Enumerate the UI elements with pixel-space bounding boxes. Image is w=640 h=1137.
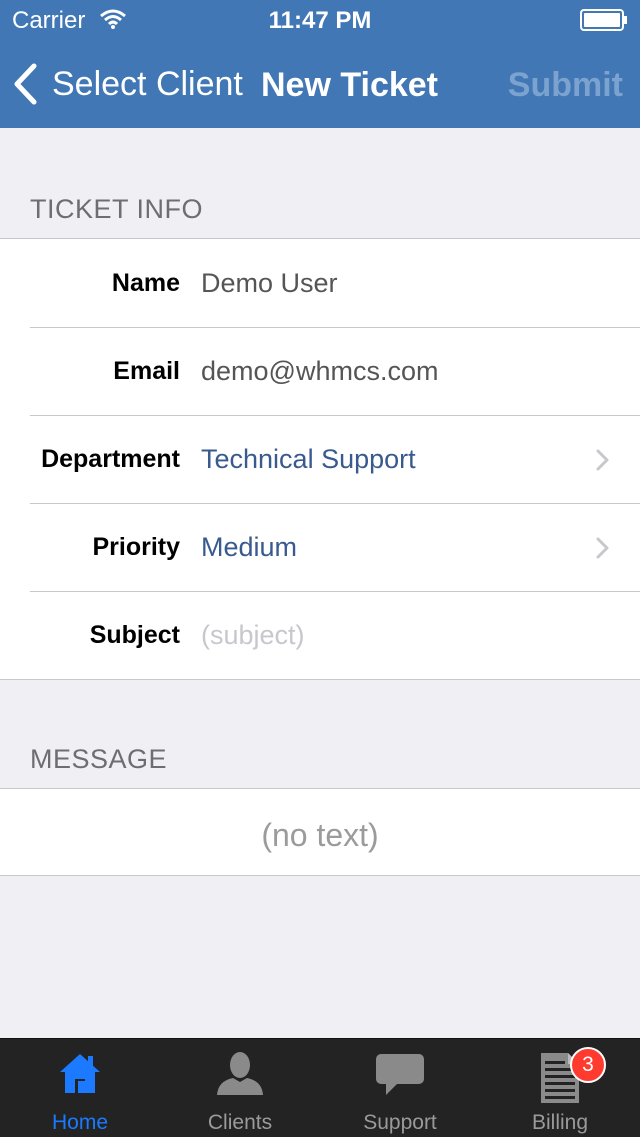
department-row[interactable]: Department Technical Support [0, 415, 640, 503]
nav-bar-content: Select Client New Ticket Submit [0, 40, 640, 128]
back-button-label: Select Client [52, 64, 243, 103]
department-label: Department [41, 445, 180, 473]
priority-row[interactable]: Priority Medium [0, 503, 640, 591]
message-group: (no text) [0, 788, 640, 876]
ticket-info-header: TICKET INFO [30, 194, 204, 224]
navigation-bar: Carrier 11:47 PM Select Client New Ticke… [0, 0, 640, 128]
subject-label: Subject [89, 621, 180, 649]
tab-home[interactable]: Home [0, 1039, 160, 1137]
priority-label: Priority [92, 533, 180, 561]
submit-button[interactable]: Submit [508, 66, 623, 105]
person-icon [217, 1052, 263, 1095]
tab-billing[interactable]: 3 Billing [480, 1039, 640, 1137]
status-bar: Carrier 11:47 PM [0, 0, 640, 40]
email-label: Email [113, 357, 180, 385]
page-title: New Ticket [261, 66, 439, 104]
email-value: demo@whmcs.com [201, 356, 439, 386]
message-input[interactable]: (no text) [0, 789, 640, 875]
name-value: Demo User [201, 268, 338, 298]
subject-input[interactable]: (subject) [201, 591, 305, 679]
tab-billing-label: Billing [531, 1111, 589, 1134]
billing-badge: 3 [570, 1047, 606, 1083]
back-button[interactable]: Select Client [12, 60, 243, 108]
subject-row: Subject (subject) [0, 591, 640, 679]
name-label: Name [111, 269, 180, 297]
department-value: Technical Support [201, 444, 416, 474]
name-row[interactable]: Name Demo User [0, 239, 640, 327]
priority-value: Medium [201, 532, 298, 562]
tab-clients-label: Clients [207, 1111, 273, 1134]
email-row[interactable]: Email demo@whmcs.com [0, 327, 640, 415]
tab-clients[interactable]: Clients [160, 1039, 320, 1137]
tab-home-label: Home [51, 1111, 109, 1134]
status-time: 11:47 PM [268, 7, 372, 34]
house-icon [60, 1054, 100, 1093]
ticket-info-group: Name Demo User Email demo@whmcs.com Depa… [0, 238, 640, 680]
message-header: MESSAGE [30, 744, 168, 774]
speech-bubble-icon [376, 1054, 424, 1095]
tab-bar: Home Clients Support 3 Billing [0, 1038, 640, 1137]
tab-support-label: Support [363, 1111, 437, 1134]
chevron-left-icon [14, 63, 37, 105]
chevron-right-icon [596, 449, 609, 471]
battery-icon [580, 9, 627, 31]
chevron-right-icon [596, 537, 609, 559]
tab-support[interactable]: Support [320, 1039, 480, 1137]
